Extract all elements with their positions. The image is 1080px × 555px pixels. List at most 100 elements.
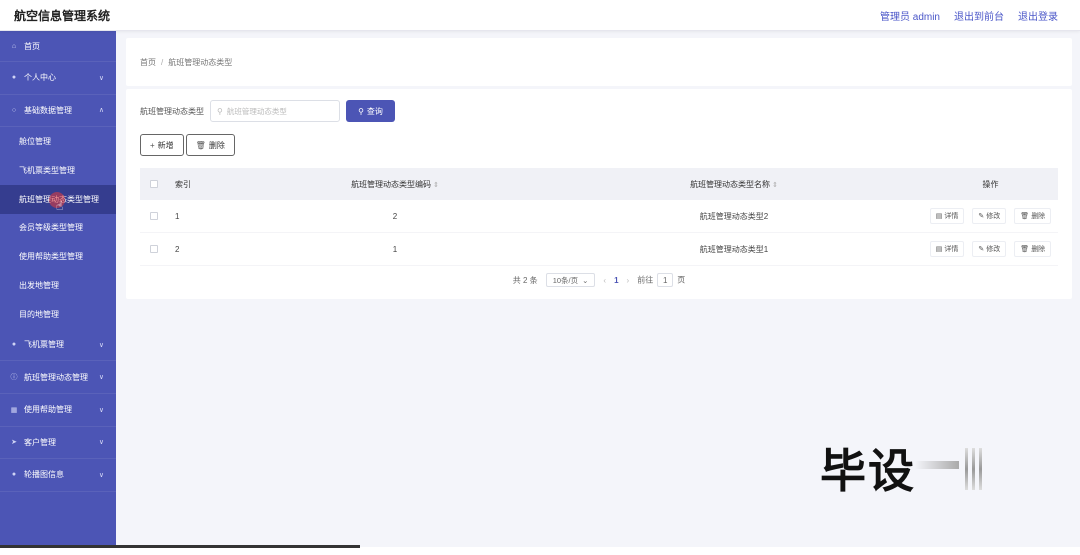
row-delete-button[interactable]: 🗑 删除 <box>1014 208 1052 224</box>
sidebar-sub-ticket-type[interactable]: 飞机票类型管理 <box>0 155 116 185</box>
pagination-total: 共 2 条 <box>512 275 538 285</box>
chevron-down-icon: ∨ <box>98 406 104 414</box>
row-checkbox[interactable] <box>150 212 158 220</box>
add-button-label: 新增 <box>157 140 174 150</box>
goto-prefix: 前往 <box>637 275 654 285</box>
search-label: 航班管理动态类型 <box>140 106 204 116</box>
chevron-down-icon: ∨ <box>98 74 104 82</box>
sidebar-item-label: 使用帮助管理 <box>24 405 72 415</box>
cell-name: 航班管理动态类型2 <box>699 211 769 221</box>
sort-icon[interactable]: ⇕ <box>772 182 778 189</box>
send-icon: ➤ <box>11 439 17 447</box>
sidebar-item-home[interactable]: ⌂ 首页 <box>0 31 116 62</box>
edit-button[interactable]: ✎ 修改 <box>972 208 1007 224</box>
search-row: 航班管理动态类型 ⚲ 航班管理动态类型 ⚲ 查询 <box>140 100 395 122</box>
sidebar-sub-flight-dynamic-type[interactable]: 航班管理动态类型管理 <box>0 184 116 214</box>
chevron-down-icon: ∨ <box>98 341 104 349</box>
sidebar: ⌂ 首页 ● 个人中心 ∨ ○ 基础数据管理 ∧ 舱位管理 飞机票类型管理 航班… <box>0 31 116 547</box>
cell-name: 航班管理动态类型1 <box>699 244 769 254</box>
sidebar-sub-departure[interactable]: 出发地管理 <box>0 271 116 300</box>
search-input[interactable]: ⚲ 航班管理动态类型 <box>210 100 340 122</box>
delete-label: 删除 <box>1031 246 1046 253</box>
home-icon: ⌂ <box>11 42 17 50</box>
query-button-label: 查询 <box>366 106 383 116</box>
row-delete-button[interactable]: 🗑 删除 <box>1014 241 1052 257</box>
delete-label: 删除 <box>1031 213 1046 220</box>
sidebar-item-help[interactable]: ▦ 使用帮助管理 ∨ <box>0 394 116 427</box>
header-code[interactable]: 航班管理动态类型编码 ⇕ <box>245 179 545 190</box>
header-name[interactable]: 航班管理动态类型名称 ⇕ <box>545 179 923 190</box>
action-row: + 新增 🗑 删除 <box>140 134 235 156</box>
watermark-bars <box>915 440 982 490</box>
page-size-select[interactable]: 10条/页 ⌄ <box>545 273 596 287</box>
sidebar-item-label: 轮播图信息 <box>24 470 64 480</box>
select-all-checkbox[interactable] <box>150 180 158 188</box>
row-checkbox[interactable] <box>150 245 158 253</box>
edit-button[interactable]: ✎ 修改 <box>972 241 1007 257</box>
sidebar-item-carousel[interactable]: ● 轮播图信息 ∨ <box>0 459 116 492</box>
chevron-down-icon: ∨ <box>98 374 104 382</box>
breadcrumb-home[interactable]: 首页 <box>140 57 156 68</box>
goto-label: 前往 1 页 <box>637 273 685 287</box>
sidebar-item-basic-data[interactable]: ○ 基础数据管理 ∧ <box>0 95 116 128</box>
watermark-text: 毕设 <box>820 444 916 498</box>
logout-link[interactable]: 退出登录 <box>1018 8 1058 23</box>
cell-code: 1 <box>392 244 398 254</box>
chevron-down-icon: ∨ <box>98 471 104 479</box>
breadcrumb: 首页 / 航班管理动态类型 <box>126 38 1072 86</box>
back-to-front-link[interactable]: 退出到前台 <box>954 8 1004 23</box>
content-card: 航班管理动态类型 ⚲ 航班管理动态类型 ⚲ 查询 + 新增 🗑 删除 索引 航班… <box>126 89 1072 299</box>
chevron-down-icon: ⌄ <box>582 275 589 285</box>
sidebar-item-label: 飞机票管理 <box>24 340 64 350</box>
table-row: 2 1 航班管理动态类型1 ▤ 详情 ✎ 修改 🗑 删除 <box>140 233 1058 266</box>
prev-page-icon[interactable]: ‹ <box>603 276 606 285</box>
edit-label: 修改 <box>986 246 1001 253</box>
user-icon: ● <box>11 74 17 82</box>
sidebar-item-customer[interactable]: ➤ 客户管理 ∨ <box>0 427 116 460</box>
trash-icon: 🗑 <box>1020 246 1030 253</box>
search-icon: ⚲ <box>217 106 223 116</box>
add-button[interactable]: + 新增 <box>140 134 184 156</box>
sidebar-sub-destination[interactable]: 目的地管理 <box>0 299 116 329</box>
app-window: 航空信息管理系统 管理员 admin 退出到前台 退出登录 ⌂ 首页 ● 个人中… <box>0 0 1080 555</box>
table-header: 索引 航班管理动态类型编码 ⇕ 航班管理动态类型名称 ⇕ 操作 <box>140 168 1058 200</box>
delete-button[interactable]: 🗑 删除 <box>185 134 235 156</box>
header-ops-label: 操作 <box>982 179 999 189</box>
sidebar-item-label: 航班管理动态管理 <box>24 372 88 382</box>
document-icon: ▤ <box>935 213 943 220</box>
sidebar-item-label: 首页 <box>24 41 40 51</box>
current-page[interactable]: 1 <box>614 276 618 285</box>
horizontal-scrollbar[interactable] <box>0 545 360 548</box>
user-icon: ● <box>11 341 17 349</box>
detail-label: 详情 <box>944 246 959 253</box>
trash-icon: 🗑 <box>195 140 206 150</box>
breadcrumb-current: 航班管理动态类型 <box>168 57 233 67</box>
sidebar-item-label: 基础数据管理 <box>24 105 72 115</box>
admin-label[interactable]: 管理员 admin <box>880 8 940 23</box>
grid-icon: ▦ <box>10 406 18 414</box>
user-icon: ● <box>11 471 17 479</box>
delete-button-label: 删除 <box>208 140 225 150</box>
document-icon: ▤ <box>935 246 943 253</box>
query-button[interactable]: ⚲ 查询 <box>346 100 395 122</box>
detail-button[interactable]: ▤ 详情 <box>929 241 965 257</box>
row-actions: ▤ 详情 ✎ 修改 🗑 删除 <box>923 241 1058 257</box>
sidebar-item-personal[interactable]: ● 个人中心 ∨ <box>0 62 116 95</box>
goto-page-input[interactable]: 1 <box>657 273 674 287</box>
sidebar-sub-cabin[interactable]: 舱位管理 <box>0 127 116 156</box>
cell-code: 2 <box>392 211 398 221</box>
goto-suffix: 页 <box>677 275 686 285</box>
detail-button[interactable]: ▤ 详情 <box>929 208 965 224</box>
sidebar-sub-member-level[interactable]: 会员等级类型管理 <box>0 213 116 243</box>
search-icon: ⚲ <box>358 106 364 116</box>
next-page-icon[interactable]: › <box>627 276 630 285</box>
sidebar-item-ticket[interactable]: ● 飞机票管理 ∨ <box>0 329 116 362</box>
header-index: 索引 <box>175 179 191 189</box>
cell-index: 1 <box>175 211 180 221</box>
search-placeholder: 航班管理动态类型 <box>226 106 287 116</box>
header-ops: 操作 <box>923 179 1058 190</box>
header-code-label: 航班管理动态类型编码 <box>351 179 432 189</box>
sort-icon[interactable]: ⇕ <box>433 182 439 189</box>
sidebar-sub-help-type[interactable]: 使用帮助类型管理 <box>0 242 116 272</box>
sidebar-item-flight-dynamic[interactable]: ⓘ 航班管理动态管理 ∨ <box>0 361 116 394</box>
